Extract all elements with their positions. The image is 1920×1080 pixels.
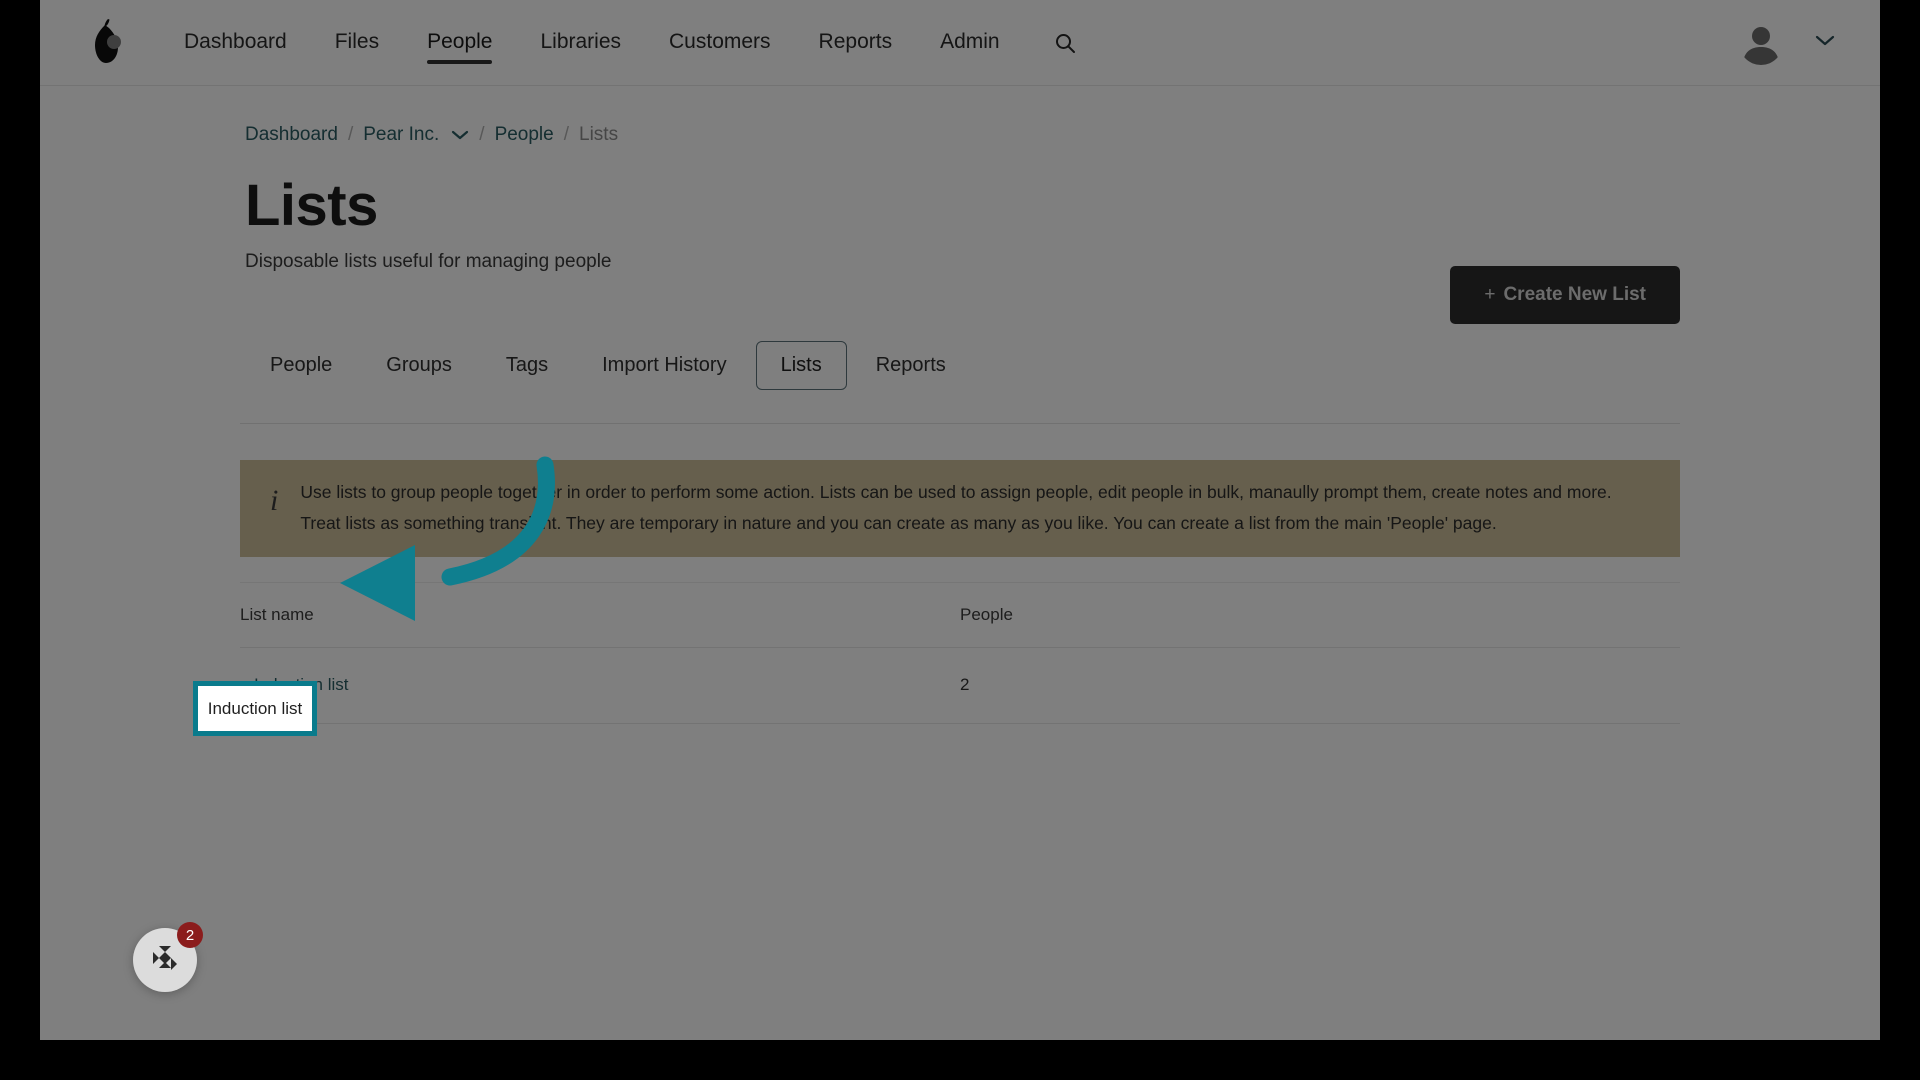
tab-reports[interactable]: Reports xyxy=(851,341,971,390)
search-icon xyxy=(1055,33,1075,53)
nav-label: Reports xyxy=(818,29,893,53)
info-banner-line-2: Treat lists as something transient. They… xyxy=(300,512,1497,533)
lists-table: List name People Induction list 2 xyxy=(240,581,1680,724)
nav-item-people[interactable]: People xyxy=(403,2,516,84)
nav-label: Customers xyxy=(669,29,771,53)
breadcrumb-separator: / xyxy=(563,124,570,145)
chevron-down-icon xyxy=(1815,35,1835,45)
table-header-row: List name People xyxy=(240,581,1680,648)
breadcrumb-current: Lists xyxy=(579,124,619,145)
breadcrumb-separator: / xyxy=(479,124,485,145)
column-header-people: People xyxy=(960,604,1013,624)
tab-groups[interactable]: Groups xyxy=(361,341,477,390)
nav-label: Dashboard xyxy=(184,29,287,53)
breadcrumb-people[interactable]: People xyxy=(495,124,554,146)
app-logo[interactable] xyxy=(40,17,160,69)
create-new-list-button[interactable]: + Create New List xyxy=(1450,266,1680,324)
primary-nav-items: Dashboard Files People Libraries Custome… xyxy=(160,2,1090,84)
chat-widget-button[interactable]: 2 xyxy=(133,922,203,992)
user-avatar-icon xyxy=(1743,26,1779,65)
tab-people[interactable]: People xyxy=(245,341,357,390)
breadcrumb-dashboard[interactable]: Dashboard xyxy=(245,124,338,146)
tab-lists[interactable]: Lists xyxy=(755,340,847,390)
tab-label: Groups xyxy=(386,353,452,376)
cell-people-count: 2 xyxy=(960,675,970,695)
info-banner-text: Use lists to group people together in or… xyxy=(300,482,1611,535)
nav-item-dashboard[interactable]: Dashboard xyxy=(160,2,311,84)
pear-logo-icon xyxy=(95,18,121,63)
tab-label: Tags xyxy=(505,353,549,376)
search-button[interactable] xyxy=(1040,24,1090,62)
plus-icon: + xyxy=(1484,284,1496,305)
nav-label: People xyxy=(427,29,493,53)
chat-unread-badge: 2 xyxy=(177,922,203,948)
nav-item-customers[interactable]: Customers xyxy=(645,2,795,84)
nav-item-reports[interactable]: Reports xyxy=(795,2,917,84)
nav-account-area xyxy=(1739,20,1880,65)
annotation-highlight-label: Induction list xyxy=(207,698,303,718)
tab-label: Reports xyxy=(875,353,946,376)
section-divider xyxy=(240,422,1680,424)
nav-item-admin[interactable]: Admin xyxy=(916,2,1024,84)
nav-item-files[interactable]: Files xyxy=(311,2,403,84)
cell-list-name[interactable]: Induction list xyxy=(240,675,960,695)
breadcrumb-org-dropdown[interactable] xyxy=(451,129,469,141)
column-header-list-name: List name xyxy=(240,604,314,624)
nav-label: Files xyxy=(334,29,380,53)
tab-tags[interactable]: Tags xyxy=(481,341,573,390)
page-content: Dashboard / Pear Inc. / People / Lists L… xyxy=(40,86,1880,1040)
page-header: Lists xyxy=(40,146,1880,237)
breadcrumb-separator: / xyxy=(347,124,354,145)
create-new-list-label: Create New List xyxy=(1503,284,1646,305)
chevron-down-icon xyxy=(452,130,469,140)
info-icon: i xyxy=(270,483,279,517)
info-banner: i Use lists to group people together in … xyxy=(240,459,1680,557)
tab-import-history[interactable]: Import History xyxy=(577,341,751,390)
nav-label: Admin xyxy=(940,29,1000,53)
nav-label: Libraries xyxy=(540,29,622,53)
breadcrumb-organisation[interactable]: Pear Inc. xyxy=(363,124,439,146)
chat-widget-icon xyxy=(153,946,177,970)
annotation-highlight-box: Induction list xyxy=(193,681,317,736)
info-banner-line-1: Use lists to group people together in or… xyxy=(300,481,1612,502)
tab-label: People xyxy=(270,353,333,376)
app-page: Dashboard Files People Libraries Custome… xyxy=(40,0,1880,1040)
account-menu-button[interactable] xyxy=(1815,34,1835,52)
nav-item-libraries[interactable]: Libraries xyxy=(516,2,645,84)
tab-label: Lists xyxy=(780,353,822,376)
top-navigation-bar: Dashboard Files People Libraries Custome… xyxy=(40,0,1880,86)
page-title: Lists xyxy=(245,173,378,238)
table-row[interactable]: Induction list 2 xyxy=(240,648,1680,724)
avatar[interactable] xyxy=(1739,20,1783,65)
tab-label: Import History xyxy=(602,353,727,376)
breadcrumb: Dashboard / Pear Inc. / People / Lists xyxy=(40,86,1880,146)
